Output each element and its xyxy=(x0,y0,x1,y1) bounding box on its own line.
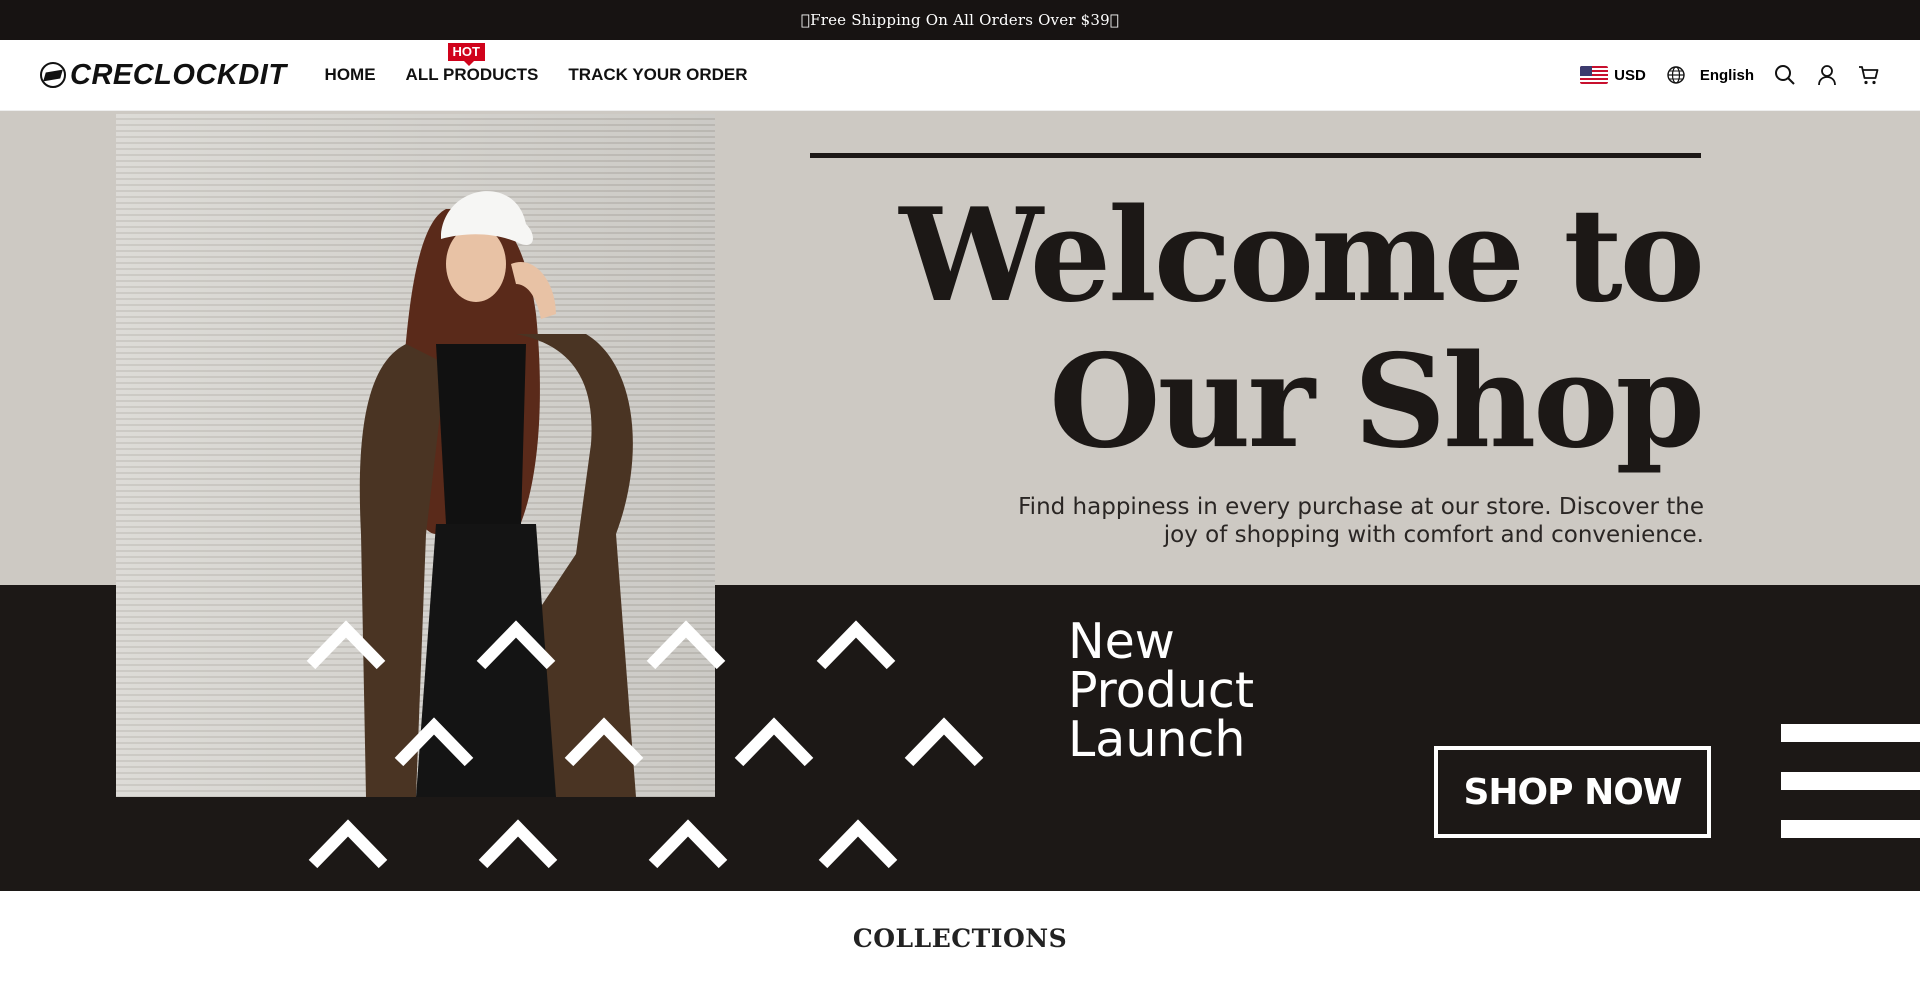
nav-all-products[interactable]: HOT ALL PRODUCTS xyxy=(405,43,539,85)
logo[interactable]: CRECLOCKDIT xyxy=(40,59,287,92)
user-icon[interactable] xyxy=(1816,64,1838,86)
header-actions: USD English xyxy=(1580,64,1880,86)
hero-rule xyxy=(810,153,1701,158)
site-header: CRECLOCKDIT HOME HOT ALL PRODUCTS TRACK … xyxy=(0,40,1920,111)
chevron-up-icon xyxy=(734,717,814,767)
search-icon[interactable] xyxy=(1774,64,1796,86)
chevron-up-icon xyxy=(308,819,388,869)
chevron-up-icon xyxy=(306,620,386,670)
chevron-up-icon xyxy=(476,620,556,670)
language-selector[interactable]: English xyxy=(1666,65,1754,85)
hero-tagline-line2: joy of shopping with comfort and conveni… xyxy=(1163,522,1704,548)
model-figure xyxy=(359,191,636,797)
chevron-up-icon xyxy=(818,819,898,869)
hero-heading-line2: Our Shop xyxy=(1049,327,1705,477)
chevron-up-icon xyxy=(816,620,896,670)
launch-line1: New xyxy=(1068,613,1175,670)
chevron-up-icon xyxy=(648,819,728,869)
us-flag-icon xyxy=(1580,66,1609,84)
logo-text: CRECLOCKDIT xyxy=(70,58,287,91)
collections-title: COLLECTIONS xyxy=(852,924,1068,953)
launch-line3: Launch xyxy=(1068,711,1246,768)
new-product-launch: New Product Launch xyxy=(1068,617,1254,764)
nav-all-products-label: ALL PRODUCTS xyxy=(405,65,539,84)
hero-tagline-line1: Find happiness in every purchase at our … xyxy=(1018,494,1704,520)
currency-label: USD xyxy=(1614,66,1646,84)
nav-track-order[interactable]: TRACK YOUR ORDER xyxy=(568,65,747,85)
chevron-up-icon xyxy=(478,819,558,869)
hero-heading-line1: Welcome to xyxy=(899,181,1705,331)
chevron-up-icon xyxy=(904,717,984,767)
globe-icon xyxy=(1667,66,1685,84)
announcement-text:  Free Shipping On All Orders Over $39  xyxy=(800,11,1120,29)
shop-now-button[interactable]: SHOP NOW xyxy=(1434,746,1711,838)
stripe-decoration xyxy=(1781,724,1920,868)
hero-tagline: Find happiness in every purchase at our … xyxy=(984,493,1704,549)
nav-home[interactable]: HOME xyxy=(325,65,376,85)
announcement-bar:  Free Shipping On All Orders Over $39  xyxy=(0,0,1920,40)
chevron-up-icon xyxy=(564,717,644,767)
model-photo xyxy=(116,114,715,797)
hero-heading: Welcome to Our Shop xyxy=(899,181,1705,477)
chevron-up-icon xyxy=(646,620,726,670)
launch-line2: Product xyxy=(1068,662,1255,719)
chevron-up-icon xyxy=(394,717,474,767)
hero-banner[interactable]: Welcome to Our Shop Find happiness in ev… xyxy=(0,111,1920,891)
cart-icon[interactable] xyxy=(1858,64,1880,86)
logo-mark-icon xyxy=(40,62,66,88)
currency-selector[interactable]: USD xyxy=(1580,66,1646,84)
main-nav: HOME HOT ALL PRODUCTS TRACK YOUR ORDER xyxy=(325,43,748,85)
hot-badge: HOT xyxy=(447,43,485,66)
language-label: English xyxy=(1699,66,1754,84)
